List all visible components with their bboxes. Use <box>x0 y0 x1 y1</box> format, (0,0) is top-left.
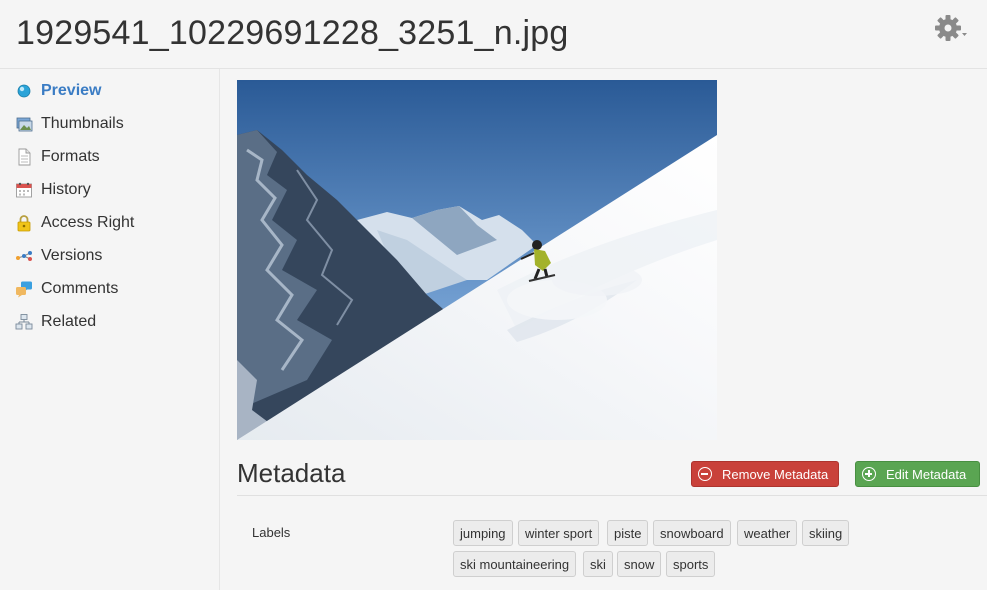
metadata-divider <box>237 495 987 496</box>
formats-icon <box>15 148 33 166</box>
remove-metadata-label: Remove Metadata <box>722 466 829 482</box>
sidebar-item-label: Preview <box>41 82 102 99</box>
related-icon <box>15 313 33 331</box>
edit-metadata-button[interactable]: Edit Metadata <box>855 461 980 487</box>
plus-circle-icon <box>862 467 876 481</box>
sidebar-item-label: Related <box>41 313 97 330</box>
preview-image <box>237 80 717 440</box>
sidebar-item-label: Thumbnails <box>41 115 124 132</box>
sidebar-item-label: Versions <box>41 247 103 264</box>
lock-icon <box>15 214 33 232</box>
gear-icon <box>935 15 967 41</box>
settings-gear-button[interactable] <box>934 14 968 42</box>
label-tag[interactable]: snow <box>617 551 662 577</box>
sidebar-item-label: Formats <box>41 148 100 165</box>
calendar-icon <box>15 181 33 199</box>
label-tag[interactable]: snowboard <box>653 520 731 546</box>
label-tag[interactable]: winter sport <box>518 520 600 546</box>
versions-icon <box>15 247 33 265</box>
label-tag[interactable]: jumping <box>453 520 513 546</box>
remove-metadata-button[interactable]: Remove Metadata <box>691 461 839 487</box>
edit-metadata-label: Edit Metadata <box>886 466 967 482</box>
sidebar-item-versions[interactable]: Versions <box>15 244 215 268</box>
comments-icon <box>15 280 33 298</box>
sidebar-item-formats[interactable]: Formats <box>15 145 215 169</box>
preview-icon <box>15 82 33 100</box>
label-tag[interactable]: ski mountaineering <box>453 551 577 577</box>
sidebar-item-comments[interactable]: Comments <box>15 277 215 301</box>
thumbnails-icon <box>15 115 33 133</box>
sidebar-item-access-right[interactable]: Access Right <box>15 211 215 235</box>
label-tag[interactable]: skiing <box>802 520 850 546</box>
labels-field-label: Labels <box>252 525 291 540</box>
label-tag[interactable]: weather <box>737 520 798 546</box>
label-tag[interactable]: ski <box>583 551 613 577</box>
page-header: 1929541_10229691228_3251_n.jpg <box>0 0 987 69</box>
label-tag[interactable]: piste <box>607 520 649 546</box>
label-tag[interactable]: sports <box>666 551 716 577</box>
sidebar-item-label: Access Right <box>41 214 135 231</box>
sidebar-item-label: Comments <box>41 280 119 297</box>
sidebar-item-label: History <box>41 181 91 198</box>
minus-circle-icon <box>698 467 712 481</box>
sidebar-item-thumbnails[interactable]: Thumbnails <box>15 112 215 136</box>
metadata-title: Metadata <box>237 458 346 488</box>
sidebar-nav: Preview Thumbnails Formats History Acces… <box>0 69 220 590</box>
sidebar-item-preview[interactable]: Preview <box>15 79 215 103</box>
page-title: 1929541_10229691228_3251_n.jpg <box>16 14 569 52</box>
sidebar-item-related[interactable]: Related <box>15 310 215 334</box>
sidebar-item-history[interactable]: History <box>15 178 215 202</box>
